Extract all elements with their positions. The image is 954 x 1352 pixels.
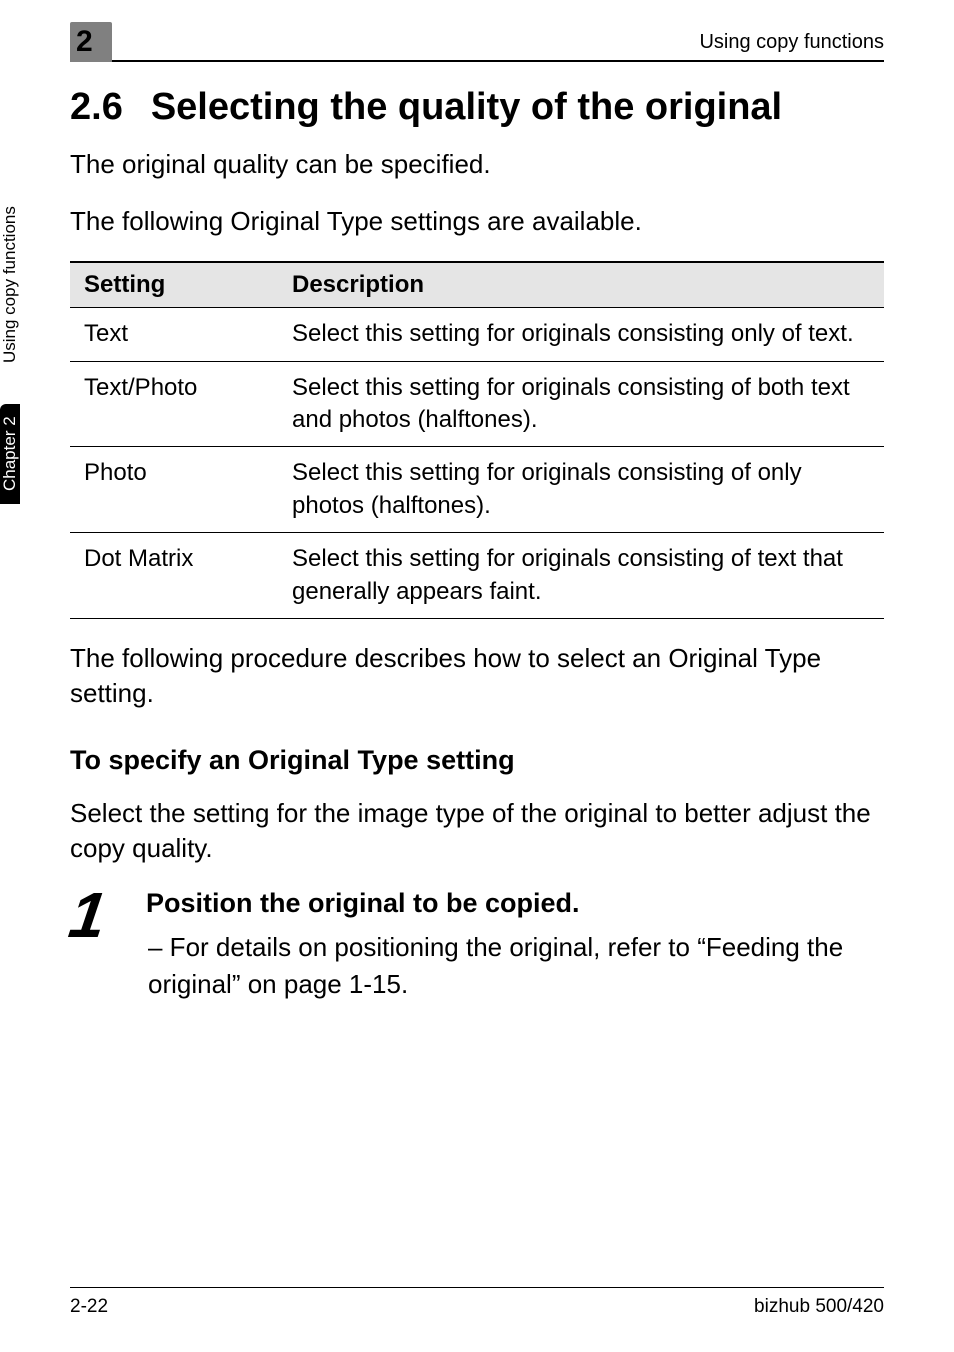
table-header-setting: Setting xyxy=(70,262,278,308)
after-table-paragraph: The following procedure describes how to… xyxy=(70,641,884,711)
side-tab-section-label: Using copy functions xyxy=(0,170,20,404)
table-row: Text/Photo Select this setting for origi… xyxy=(70,361,884,447)
section-number: 2.6 xyxy=(70,86,123,129)
step-body: Position the original to be copied. – Fo… xyxy=(146,888,884,1002)
chapter-number-tab: 2 xyxy=(70,22,112,62)
table-header-row: Setting Description xyxy=(70,262,884,308)
page-header: 2 Using copy functions xyxy=(70,22,884,62)
cell-setting: Dot Matrix xyxy=(70,533,278,619)
cell-description: Select this setting for originals consis… xyxy=(278,533,884,619)
table-row: Photo Select this setting for originals … xyxy=(70,447,884,533)
settings-table: Setting Description Text Select this set… xyxy=(70,261,884,619)
table-header-description: Description xyxy=(278,262,884,308)
cell-setting: Photo xyxy=(70,447,278,533)
procedure-heading: To specify an Original Type setting xyxy=(70,745,884,776)
cell-setting: Text/Photo xyxy=(70,361,278,447)
table-row: Dot Matrix Select this setting for origi… xyxy=(70,533,884,619)
section-title-text: Selecting the quality of the original xyxy=(151,86,782,128)
footer-product-name: bizhub 500/420 xyxy=(754,1296,884,1318)
step-number: 1 xyxy=(66,888,128,942)
step-detail: – For details on positioning the origina… xyxy=(146,929,884,1002)
procedure-step: 1 Position the original to be copied. – … xyxy=(70,888,884,1002)
step-title: Position the original to be copied. xyxy=(146,888,884,919)
intro-paragraph-1: The original quality can be specified. xyxy=(70,147,884,182)
cell-description: Select this setting for originals consis… xyxy=(278,361,884,447)
cell-description: Select this setting for originals consis… xyxy=(278,447,884,533)
procedure-lead: Select the setting for the image type of… xyxy=(70,796,884,866)
main-content: 2.6 Selecting the quality of the original… xyxy=(70,62,884,1002)
cell-setting: Text xyxy=(70,308,278,361)
footer-page-number: 2-22 xyxy=(70,1296,108,1318)
section-heading: 2.6 Selecting the quality of the original xyxy=(70,86,884,129)
intro-paragraph-2: The following Original Type settings are… xyxy=(70,204,884,239)
table-row: Text Select this setting for originals c… xyxy=(70,308,884,361)
side-tab-chapter-label: Chapter 2 xyxy=(0,404,20,504)
cell-description: Select this setting for originals consis… xyxy=(278,308,884,361)
side-tab: Using copy functions Chapter 2 xyxy=(0,170,40,510)
footer-rule xyxy=(70,1287,884,1288)
running-title: Using copy functions xyxy=(699,31,884,54)
page: 2 Using copy functions Using copy functi… xyxy=(0,0,954,1352)
